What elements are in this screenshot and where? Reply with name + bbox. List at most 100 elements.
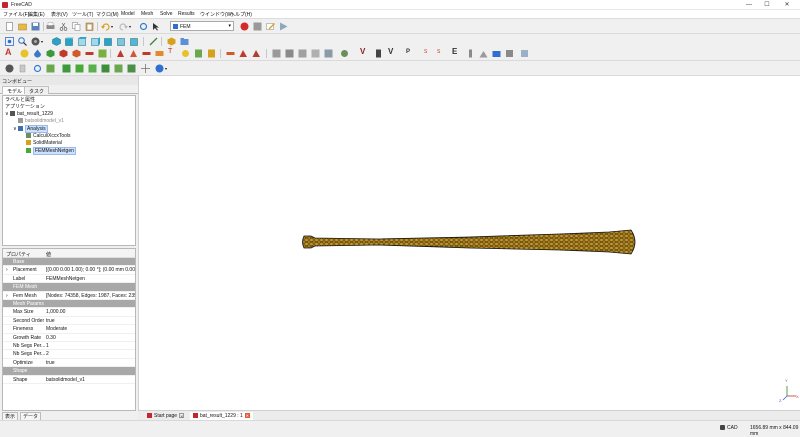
property-value[interactable]: batsolidmodel_v1	[46, 376, 85, 383]
mesh-clear-icon[interactable]	[62, 64, 71, 73]
property-row[interactable]: Optimize true	[3, 359, 135, 368]
constraint-planerotation-icon[interactable]	[207, 49, 216, 58]
close-icon[interactable]: ✕	[244, 413, 250, 419]
constraint-fixed-icon[interactable]	[116, 49, 125, 58]
electrostatic-potential-icon[interactable]: V	[388, 47, 397, 56]
bodyheat-icon[interactable]	[324, 49, 333, 58]
property-value[interactable]: true	[46, 317, 55, 324]
constraint-selfweight-icon[interactable]	[252, 49, 261, 58]
chevron-right-icon[interactable]: ›	[6, 266, 8, 273]
view-rear-icon[interactable]	[104, 37, 113, 46]
fluid-material-icon[interactable]	[33, 49, 42, 58]
tab-bat-result[interactable]: bat_result_1229 : 1 ✕	[190, 412, 253, 420]
post-clip-icon[interactable]	[520, 49, 529, 58]
property-row[interactable]: Second Order true	[3, 317, 135, 326]
electrostatic-icon[interactable]	[374, 49, 383, 58]
copy-icon[interactable]	[72, 22, 81, 31]
flow-velocity-icon[interactable]	[340, 49, 349, 58]
property-row[interactable]: Nb Segs Per... 2	[3, 350, 135, 359]
mesh-region-icon[interactable]	[72, 49, 81, 58]
create-part-icon[interactable]	[167, 37, 176, 46]
property-value[interactable]: 1	[46, 342, 49, 349]
tree-item[interactable]: FEMMeshNetgen	[21, 146, 76, 155]
mesh-display-info-icon[interactable]	[75, 64, 84, 73]
refresh-icon[interactable]	[139, 22, 148, 31]
fit-selection-icon[interactable]	[18, 37, 27, 46]
menu-edit[interactable]: 編集(E)	[28, 11, 45, 18]
menu-macro[interactable]: マクロ(M)	[96, 11, 119, 18]
cylinder-icon[interactable]	[18, 64, 27, 73]
menu-file[interactable]: ファイル(F)	[3, 11, 29, 18]
property-value[interactable]: Moderate	[46, 325, 67, 332]
recompute-icon[interactable]	[33, 64, 42, 73]
menu-window[interactable]: ウインドウ(W)	[200, 11, 233, 18]
solver-elmer-icon[interactable]: S	[437, 49, 446, 58]
menu-help[interactable]: ヘルプ(H)	[230, 11, 252, 18]
macro-stop-icon[interactable]	[253, 22, 262, 31]
mesh-net-icon[interactable]	[88, 64, 97, 73]
post-pipeline-icon[interactable]: P	[406, 49, 415, 58]
fit-all-icon[interactable]	[5, 37, 14, 46]
tree-item[interactable]: ∨ Analysis	[13, 124, 48, 133]
property-value[interactable]: 1,000.00	[46, 308, 65, 315]
view-bottom-icon[interactable]	[117, 37, 126, 46]
result-show-icon[interactable]	[46, 64, 55, 73]
menu-view[interactable]: 表示(V)	[51, 11, 68, 18]
mesh-netgen-icon[interactable]	[46, 49, 55, 58]
tree-item[interactable]: ∨ bat_result_1229	[5, 111, 53, 118]
property-row[interactable]: › Placement [(0.00 0.00 1.00); 0.00 °]; (0…	[3, 266, 135, 275]
probe-icon[interactable]	[466, 49, 475, 58]
analysis-icon[interactable]: A	[5, 47, 14, 57]
print-icon[interactable]	[46, 22, 55, 31]
whats-this-icon[interactable]	[152, 22, 161, 31]
constraint-tie-icon[interactable]	[155, 49, 164, 58]
property-row[interactable]: Label FEMMeshNetgen	[3, 275, 135, 284]
close-icon[interactable]: ✕	[179, 413, 185, 419]
property-row[interactable]: Shape batsolidmodel_v1	[3, 376, 135, 384]
mesh-fromshape-icon[interactable]	[101, 64, 110, 73]
constraint-force-icon[interactable]	[226, 49, 235, 58]
equation-icon[interactable]: E	[452, 47, 461, 56]
property-value[interactable]: [(0.00 0.00 1.00); 0.00 °]; (0.00 mm 0.0…	[46, 266, 135, 273]
property-value[interactable]: true	[46, 359, 55, 366]
chevron-right-icon[interactable]: ›	[6, 292, 8, 299]
property-row[interactable]: Growth Rate 0.30	[3, 334, 135, 342]
new-file-icon[interactable]	[5, 22, 14, 31]
save-icon[interactable]	[31, 22, 40, 31]
solver-run-icon[interactable]	[479, 49, 488, 58]
paste-icon[interactable]	[85, 22, 94, 31]
heatflux-icon[interactable]	[298, 49, 307, 58]
tab-start-page[interactable]: Start page ✕	[144, 412, 187, 420]
cut-icon[interactable]	[59, 22, 68, 31]
constraint-contact-icon[interactable]	[142, 49, 151, 58]
3d-viewport[interactable]: Y X Z	[138, 76, 800, 410]
undo-icon[interactable]	[101, 22, 110, 31]
open-folder-icon[interactable]	[18, 22, 27, 31]
menu-tools[interactable]: ツール(T)	[72, 11, 93, 18]
property-row[interactable]: Max Size 1,000.00	[3, 308, 135, 317]
chevron-down-icon[interactable]: ▾	[129, 24, 138, 33]
menu-results[interactable]: Results	[178, 11, 195, 17]
mesh-export-icon[interactable]	[114, 64, 123, 73]
fluid-boundary-icon[interactable]: V	[360, 47, 369, 56]
constraint-sectionprint-icon[interactable]	[194, 49, 203, 58]
sketch-icon[interactable]	[5, 64, 14, 73]
constraint-spring-icon[interactable]	[181, 49, 190, 58]
view-front-icon[interactable]	[65, 37, 74, 46]
property-row[interactable]: › Fem Mesh [Nodes: 74358, Edges: 1987, Fac…	[3, 292, 135, 300]
constraint-displacement-icon[interactable]	[129, 49, 138, 58]
property-value[interactable]: [Nodes: 74358, Edges: 1987, Faces: 235..…	[46, 292, 135, 299]
view-left-icon[interactable]	[130, 37, 139, 46]
chevron-down-icon[interactable]: ▾	[165, 66, 174, 75]
mesh-gmsh-icon[interactable]	[59, 49, 68, 58]
measure-distance-icon[interactable]	[149, 37, 158, 46]
redo-icon[interactable]	[119, 22, 128, 31]
tree-item[interactable]: CalculiXccxTools	[21, 133, 71, 140]
temperature-icon[interactable]	[311, 49, 320, 58]
macro-edit-icon[interactable]	[266, 22, 275, 31]
minimize-button[interactable]: —	[742, 1, 756, 9]
property-value[interactable]: 2	[46, 350, 49, 357]
constraint-pressure-icon[interactable]	[239, 49, 248, 58]
menu-mesh[interactable]: Mesh	[141, 11, 153, 17]
workbench-selector[interactable]: FEM ▾	[170, 21, 234, 31]
